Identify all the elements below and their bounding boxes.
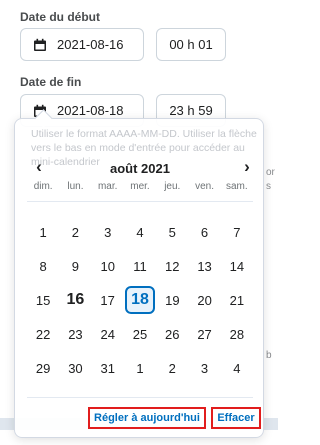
calendar-day-selected[interactable]: 18 xyxy=(125,286,155,314)
calendar-day[interactable]: 15 xyxy=(27,286,59,314)
calendar-day[interactable]: 13 xyxy=(188,252,220,280)
divider xyxy=(27,397,253,398)
calendar-day-next-month[interactable]: 1 xyxy=(124,354,156,382)
calendar-day[interactable]: 25 xyxy=(124,320,156,348)
calendar-day[interactable]: 6 xyxy=(188,218,220,246)
calendar-day[interactable]: 7 xyxy=(221,218,253,246)
end-date-value: 2021-08-18 xyxy=(57,103,124,118)
weekday-label: lun. xyxy=(67,181,84,192)
calendar-day[interactable]: 31 xyxy=(92,354,124,382)
divider xyxy=(27,201,253,202)
calendar-day[interactable]: 19 xyxy=(156,286,188,314)
set-today-button[interactable]: Régler à aujourd'hui xyxy=(88,407,206,429)
background-text-fragment: or xyxy=(266,167,275,178)
weekday-label: sam. xyxy=(225,181,248,192)
month-title: août 2021 xyxy=(110,161,170,176)
calendar-day[interactable]: 21 xyxy=(221,286,253,314)
calendar-day[interactable]: 24 xyxy=(92,320,124,348)
start-time-field[interactable]: 00 h 01 xyxy=(156,28,226,61)
end-date-label: Date de fin xyxy=(20,75,82,89)
weekday-label: mar. xyxy=(97,181,118,192)
calendar-day[interactable]: 20 xyxy=(188,286,220,314)
calendar-day[interactable]: 1 xyxy=(27,218,59,246)
date-picker-popover: Utiliser le format AAAA-MM-DD. Utiliser … xyxy=(14,109,264,438)
calendar-day[interactable]: 23 xyxy=(59,320,91,348)
calendar-day[interactable]: 3 xyxy=(92,218,124,246)
calendar-day[interactable]: 14 xyxy=(221,252,253,280)
calendar-grid: 1 2 3 4 5 6 7 8 9 10 11 12 13 14 15 16 1… xyxy=(27,225,253,399)
background-text-fragment: s xyxy=(266,181,271,192)
calendar-day[interactable]: 29 xyxy=(27,354,59,382)
calendar-day-next-month[interactable]: 3 xyxy=(188,354,220,382)
next-month-button[interactable]: › xyxy=(237,157,257,177)
calendar-day-next-month[interactable]: 2 xyxy=(156,354,188,382)
calendar-day[interactable]: 22 xyxy=(27,320,59,348)
start-date-value: 2021-08-16 xyxy=(57,37,124,52)
calendar-day[interactable]: 12 xyxy=(156,252,188,280)
calendar-day[interactable]: 2 xyxy=(59,218,91,246)
background-text-fragment: b xyxy=(266,350,272,361)
calendar-day[interactable]: 8 xyxy=(27,252,59,280)
calendar-day[interactable]: 28 xyxy=(221,320,253,348)
calendar-icon xyxy=(34,38,46,51)
calendar-week: 29 30 31 1 2 3 4 xyxy=(27,361,253,399)
weekday-label: jeu. xyxy=(164,181,181,192)
weekday-label: mer. xyxy=(130,181,150,192)
clear-button[interactable]: Effacer xyxy=(211,407,261,429)
calendar-day[interactable]: 27 xyxy=(188,320,220,348)
calendar-day[interactable]: 10 xyxy=(92,252,124,280)
weekday-label: ven. xyxy=(195,181,214,192)
start-date-field[interactable]: 2021-08-16 xyxy=(20,28,144,61)
end-time-value: 23 h 59 xyxy=(169,103,213,118)
weekday-label: dim. xyxy=(33,181,53,192)
calendar-day[interactable]: 4 xyxy=(124,218,156,246)
calendar-day[interactable]: 5 xyxy=(156,218,188,246)
start-time-value: 00 h 01 xyxy=(169,37,213,52)
calendar-day[interactable]: 17 xyxy=(92,286,124,314)
calendar-day[interactable]: 30 xyxy=(59,354,91,382)
calendar-day[interactable]: 26 xyxy=(156,320,188,348)
weekday-header: dim. lun. mar. mer. jeu. ven. sam. xyxy=(27,181,253,192)
calendar-day-next-month[interactable]: 4 xyxy=(221,354,253,382)
calendar-day[interactable]: 11 xyxy=(124,252,156,280)
chevron-right-icon: › xyxy=(244,157,250,176)
calendar-day[interactable]: 9 xyxy=(59,252,91,280)
start-date-label: Date du début xyxy=(20,10,100,24)
calendar-day-today[interactable]: 16 xyxy=(59,286,91,314)
